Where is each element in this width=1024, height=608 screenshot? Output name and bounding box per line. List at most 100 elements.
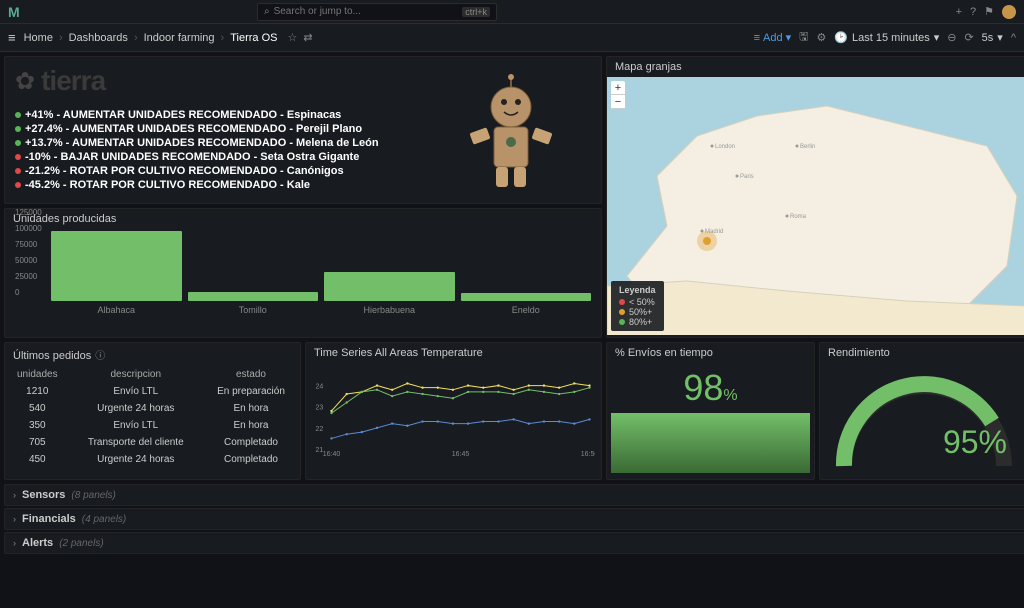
trend-dot-icon [15,168,21,174]
app-logo[interactable]: M [8,4,20,20]
breadcrumb: Home› Dashboards› Indoor farming› Tierra… [24,32,278,44]
trend-dot-icon [15,154,21,160]
table-header[interactable]: unidades [5,366,70,383]
orders-table: unidadesdescripcionestado 1210Envío LTLE… [5,366,300,468]
timeseries-chart[interactable]: 2122232416:4016:4516:50 [306,363,601,461]
bar-label: Tomillo [239,305,267,315]
search-icon: ⌕ [264,6,270,17]
trend-dot-icon [15,140,21,146]
info-icon[interactable]: ⓘ [95,351,105,362]
legend-row: < 50% [619,297,656,307]
crumb-dashboards[interactable]: Dashboards [69,32,128,44]
shortcut-hint: ctrl+k [462,7,490,17]
table-header[interactable]: descripcion [70,366,202,383]
refresh-interval[interactable]: 5s ▾ [982,31,1003,44]
bar[interactable] [51,231,182,301]
settings-icon[interactable]: ⚙ [816,31,826,44]
legend-dot-icon [619,309,625,315]
zoom-out-button[interactable]: − [611,95,625,109]
bar-label: Albahaca [97,305,135,315]
chevron-right-icon: › [13,538,16,548]
chevron-up-icon[interactable]: ^ [1011,32,1016,44]
timeseries-title: Time Series All Areas Temperature [306,343,601,363]
avatar[interactable] [1002,5,1016,19]
bar-column: Hierbabuena [324,272,455,315]
legend-dot-icon [619,319,625,325]
envios-kpi-panel: % Envíos en tiempo 98% [606,342,815,480]
rendimiento-value: 95% [943,424,1007,461]
collapsed-row[interactable]: › Sensors (8 panels) [4,484,1024,506]
svg-text:Roma: Roma [790,214,807,220]
svg-text:Paris: Paris [740,174,754,180]
zoom-out-icon[interactable]: ⊖ [947,31,956,44]
bar-column: Tomillo [188,292,319,315]
map-panel: Mapa granjas Madrid Paris London Berlin … [606,56,1024,338]
trend-dot-icon [15,126,21,132]
refresh-icon[interactable]: ⟳ [964,31,973,44]
map-legend: Leyenda < 50%50%+80%+ [611,281,664,331]
envios-kpi-area [611,413,810,473]
brand-text: tierra [41,65,105,97]
table-row[interactable]: 1210Envío LTLEn preparación [5,383,300,400]
status-panel: ✿ tierra +41% - AUMENTAR UNIDADES RECOME… [4,56,602,204]
bar[interactable] [461,293,592,301]
svg-text:24: 24 [316,384,324,391]
bar[interactable] [188,292,319,301]
timeseries-panel: Time Series All Areas Temperature 212223… [305,342,602,480]
envios-kpi-title: % Envíos en tiempo [607,343,814,363]
help-icon[interactable]: ? [970,6,976,18]
menu-icon[interactable]: ≡ [8,30,16,45]
orders-panel: Últimos pedidosⓘ unidadesdescripcionesta… [4,342,301,480]
add-panel-button[interactable]: ≡ Add ▾ [754,31,792,44]
svg-text:16:50: 16:50 [581,451,595,457]
svg-text:Berlin: Berlin [800,144,815,150]
robot-mascot [451,69,571,199]
table-row[interactable]: 705Transporte del clienteCompletado [5,434,300,451]
zoom-in-button[interactable]: + [611,81,625,95]
bar-column: Albahaca [51,231,182,315]
leaf-icon: ✿ [15,67,35,96]
map-title: Mapa granjas [607,57,1024,77]
collapsed-row[interactable]: › Alerts (2 panels) [4,532,1024,554]
table-row[interactable]: 350Envío LTLEn hora [5,417,300,434]
search-input[interactable] [274,6,463,17]
bar-label: Hierbabuena [363,305,415,315]
save-icon[interactable]: 🖫 [799,28,808,47]
bar-column: Eneldo [461,293,592,315]
crumb-current: Tierra OS [230,32,277,44]
crumb-folder[interactable]: Indoor farming [144,32,215,44]
svg-text:16:45: 16:45 [452,451,470,457]
chevron-right-icon: › [13,490,16,500]
time-picker[interactable]: 🕑 Last 15 minutes ▾ [834,31,939,44]
legend-title: Leyenda [619,285,656,295]
rendimiento-gauge: 95% [820,363,1024,479]
bar[interactable] [324,272,455,301]
trend-dot-icon [15,182,21,188]
units-bar-title: Unidades producidas [5,209,601,229]
table-row[interactable]: 450Urgente 24 horasCompletado [5,451,300,468]
trend-dot-icon [15,112,21,118]
table-header[interactable]: estado [202,366,300,383]
news-icon[interactable]: ⚑ [984,5,994,18]
orders-title: Últimos pedidosⓘ [5,343,300,366]
legend-row: 80%+ [619,317,656,327]
legend-row: 50%+ [619,307,656,317]
navbar: ≡ Home› Dashboards› Indoor farming› Tier… [0,24,1024,52]
svg-text:23: 23 [316,405,324,412]
rendimiento-title: Rendimiento [820,343,1024,363]
add-icon[interactable]: + [956,6,962,18]
map-zoom-controls: + − [611,81,625,109]
svg-text:22: 22 [316,426,324,433]
star-icon[interactable]: ☆ [287,31,297,44]
global-search[interactable]: ⌕ ctrl+k [257,3,497,21]
svg-text:16:40: 16:40 [323,451,341,457]
units-bar-panel: Unidades producidas 02500050000750001000… [4,208,602,338]
collapsed-row[interactable]: › Financials (4 panels) [4,508,1024,530]
svg-text:London: London [715,144,735,150]
rendimiento-panel: Rendimiento 95% [819,342,1024,480]
crumb-home[interactable]: Home [24,32,53,44]
envios-kpi-value: 98% [683,367,737,409]
map-canvas[interactable]: Madrid Paris London Berlin Roma + − Leye… [607,77,1024,335]
share-icon[interactable]: ⇄ [303,31,312,44]
table-row[interactable]: 540Urgente 24 horasEn hora [5,400,300,417]
